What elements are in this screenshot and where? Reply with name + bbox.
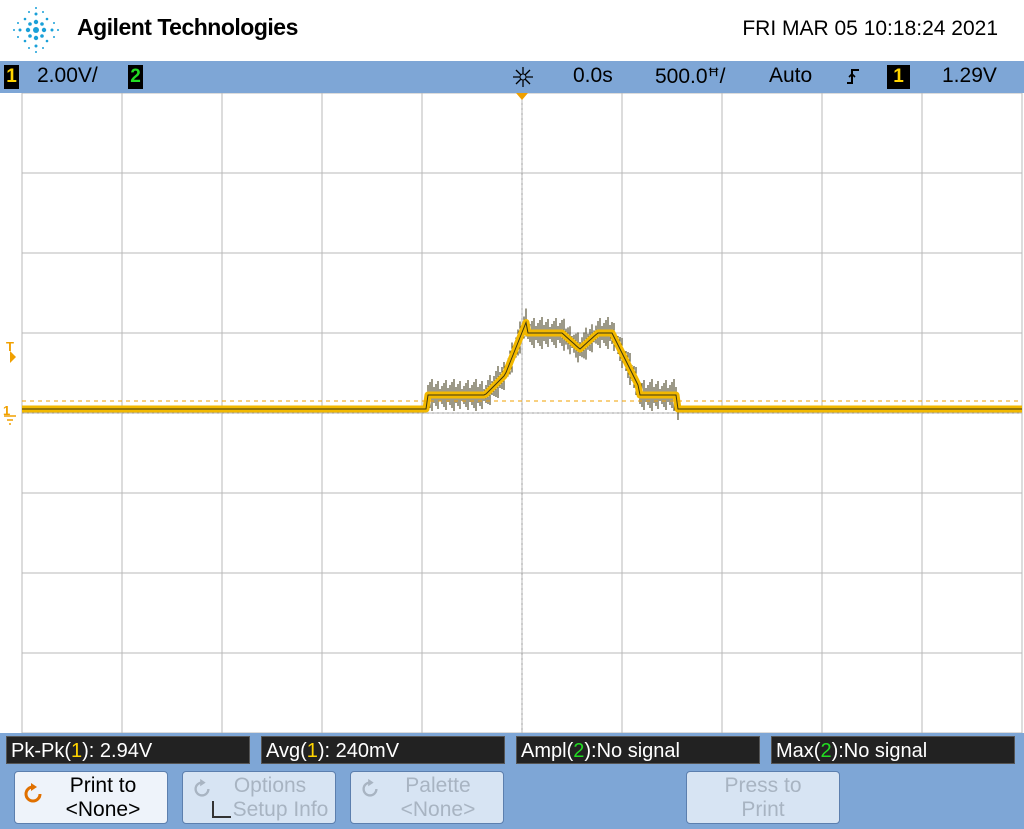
time-scale: 500.0ꟸ/ bbox=[655, 65, 726, 88]
measurement-max[interactable]: Max(2):No signal bbox=[771, 736, 1015, 764]
trigger-position-icon bbox=[513, 67, 533, 87]
waveform-display: T 1 bbox=[0, 93, 1024, 733]
channel-1-indicator[interactable]: 1 bbox=[4, 65, 19, 89]
meas-label: Avg( bbox=[266, 740, 307, 762]
print-label: Print bbox=[741, 798, 785, 821]
brand-name: Agilent Technologies bbox=[77, 14, 298, 40]
trigger-level: 1.29V bbox=[942, 64, 997, 87]
cycle-icon bbox=[24, 783, 42, 803]
time-offset: 0.0s bbox=[573, 64, 613, 87]
meas-value: ):No signal bbox=[831, 740, 928, 762]
measurement-avg[interactable]: Avg(1): 240mV bbox=[261, 736, 505, 764]
channel-2-indicator[interactable]: 2 bbox=[128, 65, 143, 89]
measurement-ampl[interactable]: Ampl(2):No signal bbox=[516, 736, 760, 764]
waveform-noise bbox=[427, 308, 679, 420]
print-to-button[interactable]: Print to <None> bbox=[14, 771, 168, 824]
meas-channel: 2 bbox=[820, 740, 832, 762]
press-to-label: Press to bbox=[724, 774, 802, 797]
palette-value: <None> bbox=[400, 798, 476, 821]
options-button[interactable]: Options Setup Info bbox=[182, 771, 336, 824]
header: Agilent Technologies FRI MAR 05 10:18:24… bbox=[0, 0, 1024, 61]
cycle-icon bbox=[194, 778, 210, 797]
setup-info-label: Setup Info bbox=[232, 798, 329, 821]
trigger-position-marker bbox=[516, 93, 528, 100]
measurement-bar: Pk-Pk(1): 2.94V Avg(1): 240mV Ampl(2):No… bbox=[0, 733, 1024, 767]
meas-channel: 1 bbox=[306, 740, 318, 762]
waveform-graticule bbox=[10, 93, 1024, 733]
palette-button[interactable]: Palette <None> bbox=[350, 771, 504, 824]
agilent-logo-icon bbox=[13, 7, 59, 53]
status-bar: 1 2.00V/ 2 0.0s 500.0ꟸ/ Auto 1 1.29V bbox=[0, 61, 1024, 93]
trigger-level-label: T bbox=[6, 339, 14, 354]
cycle-icon bbox=[362, 778, 378, 797]
channel-1-scale: 2.00V/ bbox=[37, 64, 98, 87]
meas-label: Pk-Pk( bbox=[11, 740, 71, 762]
rising-edge-icon bbox=[847, 69, 859, 84]
meas-label: Max( bbox=[776, 740, 821, 762]
trigger-mode: Auto bbox=[769, 64, 813, 87]
meas-channel: 2 bbox=[573, 740, 585, 762]
meas-label: Ampl( bbox=[521, 740, 574, 762]
meas-channel: 1 bbox=[71, 740, 83, 762]
checkbox-icon bbox=[211, 801, 231, 818]
meas-value: ): 2.94V bbox=[82, 740, 153, 762]
meas-value: ): 240mV bbox=[317, 740, 400, 762]
date-time: FRI MAR 05 10:18:24 2021 bbox=[742, 17, 998, 40]
ground-icon bbox=[4, 415, 16, 425]
setup-info-checkbox[interactable]: Setup Info bbox=[183, 798, 335, 822]
meas-value: ):No signal bbox=[584, 740, 680, 762]
measurement-pk-pk[interactable]: Pk-Pk(1): 2.94V bbox=[6, 736, 250, 764]
trigger-source[interactable]: 1 bbox=[887, 65, 910, 89]
softkey-bar: Print to <None> Options Setup Info Palet… bbox=[0, 767, 1024, 829]
press-to-print-button[interactable]: Press to Print bbox=[686, 771, 840, 824]
